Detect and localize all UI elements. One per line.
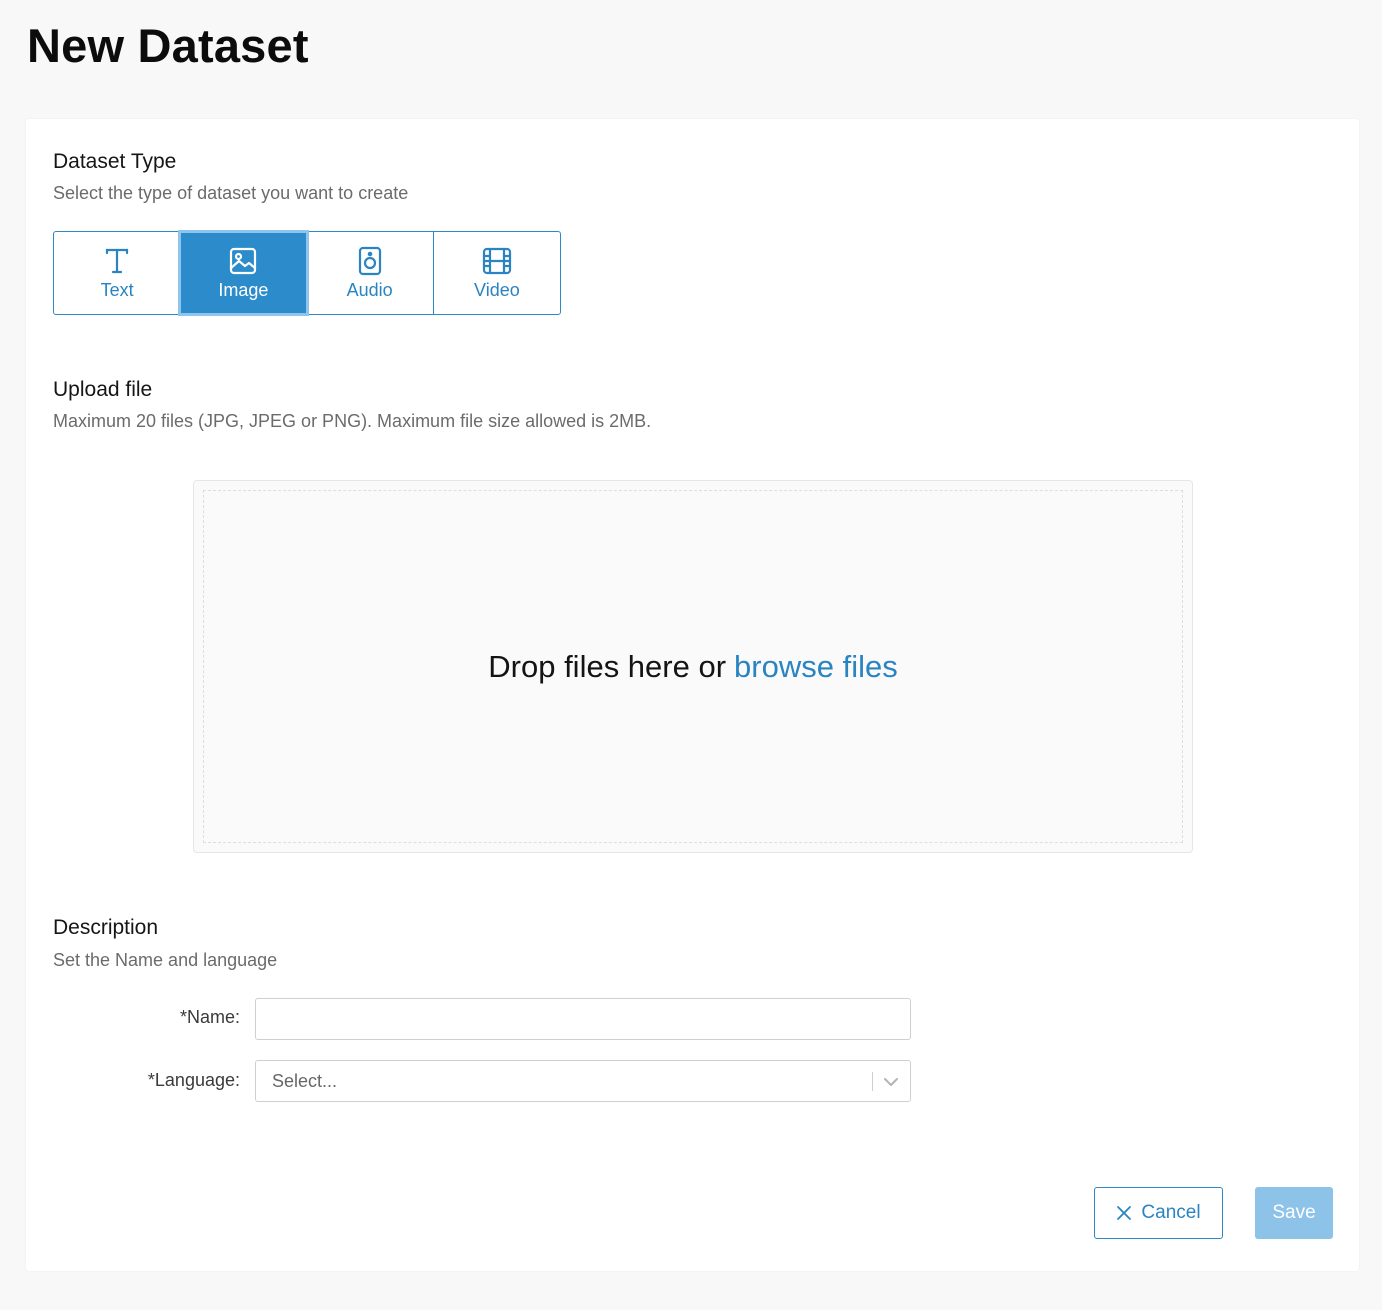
type-option-label: Text (100, 279, 134, 300)
description-title: Description (53, 916, 159, 939)
close-icon (1117, 1206, 1132, 1220)
name-label: *Name: (179, 1007, 240, 1027)
description-subtitle: Set the Name and language (53, 950, 278, 970)
chevron-down-icon[interactable] (882, 1073, 900, 1091)
browse-files-link[interactable]: browse files (734, 649, 898, 685)
language-select-placeholder: Select... (272, 1071, 338, 1091)
save-button-label: Save (1272, 1202, 1316, 1223)
upload-subtitle: Maximum 20 files (JPG, JPEG or PNG). Max… (53, 411, 652, 431)
type-option-video[interactable]: Video (432, 232, 560, 314)
type-option-text[interactable]: Text (54, 232, 180, 314)
upload-title: Upload file (53, 378, 153, 401)
type-option-label: Audio (346, 279, 393, 300)
page-title: New Dataset (27, 19, 309, 72)
new-dataset-form-card: Dataset Type Select the type of dataset … (26, 119, 1359, 1271)
select-separator (872, 1072, 873, 1091)
dropzone-inner: Drop files here or browse files (203, 490, 1183, 843)
drop-text: Drop files here or (488, 648, 727, 684)
type-option-audio[interactable]: Audio (307, 232, 433, 314)
type-option-image[interactable]: Image (178, 230, 309, 316)
audio-icon (358, 246, 381, 275)
type-option-label: Video (474, 279, 520, 300)
save-button[interactable]: Save (1255, 1187, 1333, 1239)
type-option-label: Image (218, 279, 269, 300)
cancel-button-label: Cancel (1141, 1202, 1201, 1223)
dataset-type-selector: Text Image Audio Video (53, 230, 561, 316)
cancel-button[interactable]: Cancel (1094, 1187, 1223, 1239)
video-icon (482, 247, 511, 274)
language-select[interactable]: Select... (255, 1060, 911, 1102)
language-label: *Language: (147, 1070, 240, 1090)
name-input[interactable] (255, 998, 911, 1040)
image-icon (230, 247, 257, 274)
text-icon (106, 248, 129, 273)
file-dropzone[interactable]: Drop files here or browse files (193, 480, 1193, 853)
dataset-type-subtitle: Select the type of dataset you want to c… (53, 183, 409, 203)
dataset-type-title: Dataset Type (53, 150, 177, 173)
